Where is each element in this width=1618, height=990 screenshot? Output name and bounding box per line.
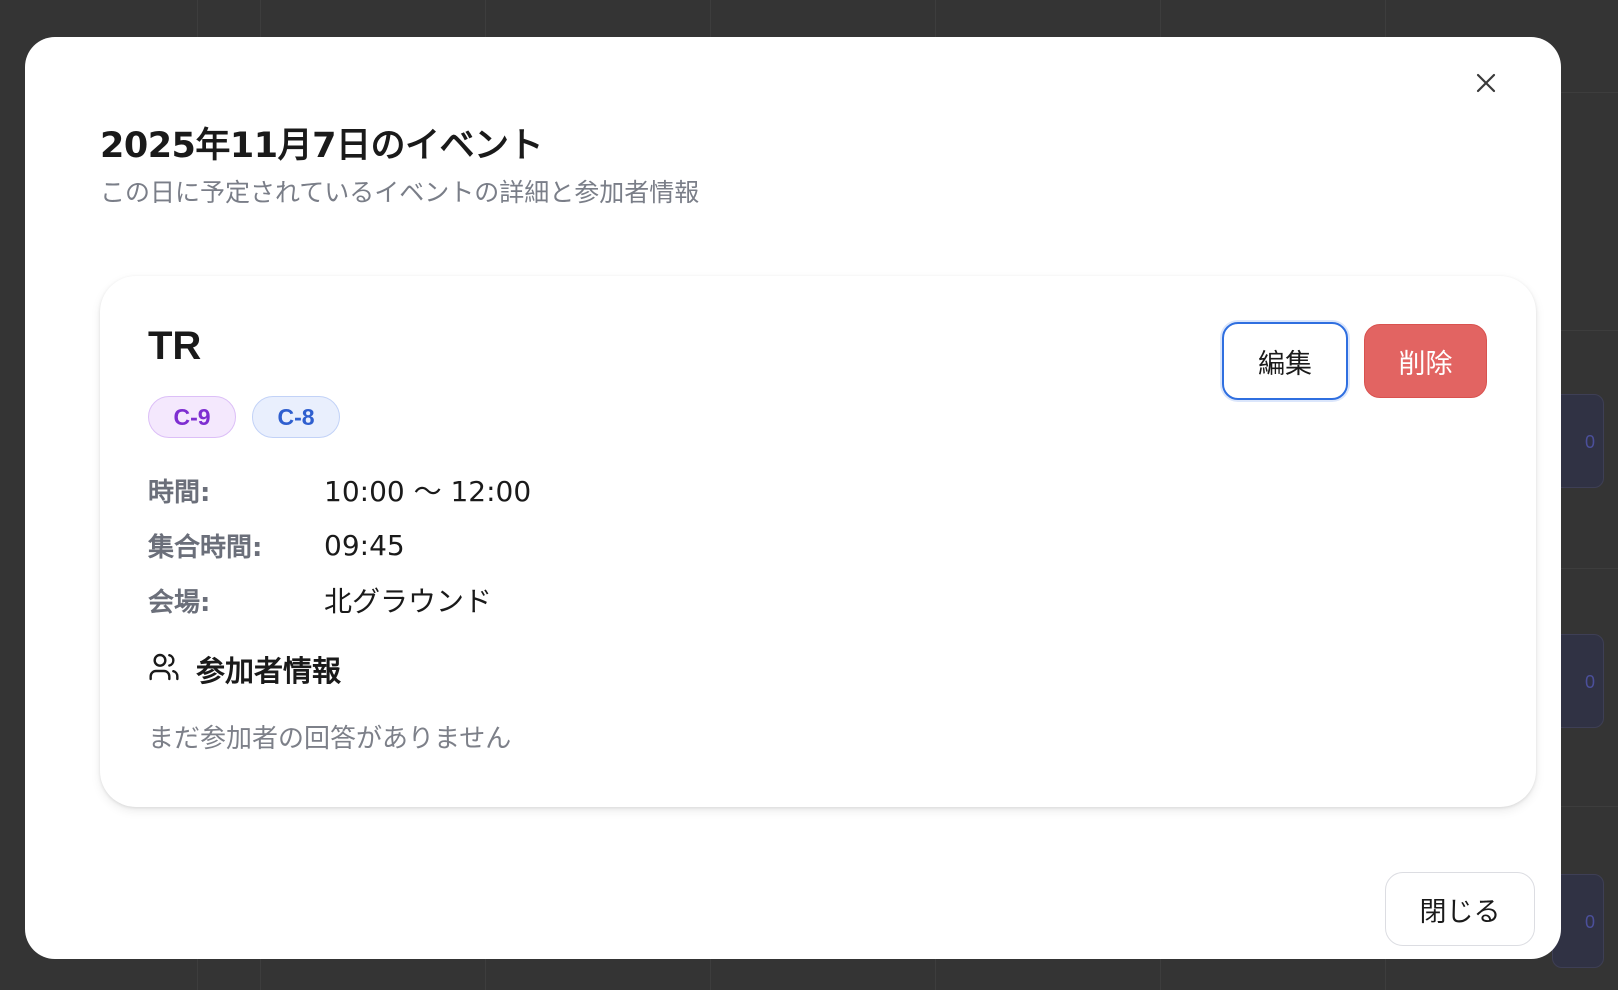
event-dialog: 2025年11月7日のイベント この日に予定されているイベントの詳細と参加者情報… (25, 37, 1561, 959)
participants-heading: 参加者情報 (148, 648, 341, 690)
event-venue-value: 北グラウンド (324, 585, 493, 618)
event-tag: C-9 (148, 396, 236, 438)
dialog-close-button[interactable] (1469, 68, 1503, 102)
event-venue-label: 会場: (148, 587, 211, 618)
event-meeting-time-value: 09:45 (324, 528, 405, 562)
event-tags: C-9 C-8 (148, 396, 340, 438)
event-time-label: 時間: (148, 477, 211, 508)
dialog-description: この日に予定されているイベントの詳細と参加者情報 (100, 178, 700, 207)
event-venue-row: 会場: 北グラウンド (148, 580, 492, 620)
delete-button[interactable]: 削除 (1364, 324, 1487, 398)
event-meeting-time-label: 集合時間: (148, 532, 263, 563)
participants-empty-message: まだ参加者の回答がありません (148, 724, 512, 754)
event-card: TR C-9 C-8 時間: 10:00 〜 12:00 集合時間: 09:45… (100, 276, 1536, 807)
close-icon (1474, 71, 1498, 99)
event-time-value: 10:00 〜 12:00 (324, 475, 532, 508)
calendar-event-count: 0 (1584, 672, 1595, 692)
event-tag: C-8 (252, 396, 340, 438)
calendar-event-count: 0 (1584, 432, 1595, 452)
event-time-row: 時間: 10:00 〜 12:00 (148, 470, 531, 510)
edit-button[interactable]: 編集 (1222, 322, 1348, 400)
event-title: TR (148, 324, 202, 368)
event-meeting-time-row: 集合時間: 09:45 (148, 525, 405, 565)
close-button[interactable]: 閉じる (1385, 872, 1535, 946)
participants-title: 参加者情報 (196, 654, 342, 688)
dialog-title: 2025年11月7日のイベント (100, 126, 543, 166)
calendar-event-count: 0 (1584, 912, 1595, 932)
users-icon (148, 651, 180, 687)
